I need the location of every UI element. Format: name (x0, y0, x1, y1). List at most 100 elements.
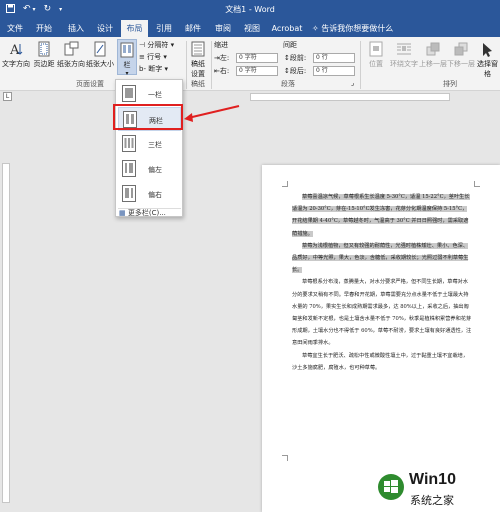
send-backward-button[interactable]: 下移一层 (447, 41, 475, 69)
paragraph-1[interactable]: 草莓喜温凉气候，草莓根系生长温度 5-30°C，适温 15-22°C，茎叶生长适… (292, 191, 472, 240)
space-before-label: ↕段前: (284, 53, 314, 63)
separator (360, 41, 361, 89)
tab-references[interactable]: 引用 (152, 20, 176, 37)
space-after-text: 段后: (289, 67, 307, 75)
draft-label-2: 设置 (191, 70, 205, 78)
hyphenation-icon: b- (139, 65, 146, 73)
document-body[interactable]: 草莓喜温凉气候，草莓根系生长温度 5-30°C，适温 15-22°C，茎叶生长适… (292, 191, 472, 374)
wrap-text-button[interactable]: 环绕文字 (389, 41, 419, 69)
bring-forward-label: 上移一层 (419, 60, 447, 68)
selection-pane-icon (482, 43, 492, 57)
paragraph-3[interactable]: 草莓根系分布浅，蒸腾量大，对水分要求严格，但不同生长期，草莓对水分的要求又稍有不… (292, 276, 472, 349)
orientation-button[interactable]: 纸张方向 (57, 41, 85, 69)
corner-mark (282, 455, 288, 461)
position-icon (369, 41, 383, 57)
orientation-icon (64, 41, 79, 56)
vertical-ruler-strip[interactable] (2, 163, 10, 503)
tab-acrobat[interactable]: Acrobat (270, 20, 304, 37)
tab-selector-icon[interactable]: L (3, 92, 12, 101)
selection-pane-button[interactable]: 选择窗格 (475, 41, 500, 79)
arrange-group-label: 排列 (443, 80, 457, 88)
space-after-field[interactable]: 0 行 (313, 66, 355, 76)
paragraph-2[interactable]: 草莓为浅根植物，但又有较强的耐荫性，光强时植株矮壮、果小、色深、品质好，中等光照… (292, 240, 472, 277)
breaks-button[interactable]: ⊣ 分隔符 ▾ (139, 40, 185, 50)
watermark-logo: Win10 系统之家 (375, 462, 500, 512)
bring-forward-button[interactable]: 上移一层 (419, 41, 447, 69)
wrap-text-label: 环绕文字 (390, 60, 418, 68)
draft-label-1: 稿纸 (191, 60, 205, 68)
tab-file[interactable]: 文件 (4, 20, 26, 37)
columns-label: 栏 (123, 61, 131, 69)
columns-dropdown-icon: ▾ (125, 70, 129, 77)
more-columns-icon: ▦ (119, 209, 126, 217)
paragraph-4[interactable]: 草莓宜生长于肥沃、疏松中性或微酸性壤土中，过于黏重土壤不宜栽培，沙土多施腐肥，腐… (292, 350, 472, 374)
window-title: 文档1 - Word (225, 5, 275, 14)
highlight-box (113, 104, 183, 130)
orientation-label: 纸张方向 (57, 60, 85, 68)
hyphenation-button[interactable]: b- 断字 ▾ (139, 64, 185, 74)
breaks-icon: ⊣ (139, 41, 146, 49)
send-backward-label: 下移一层 (447, 60, 475, 68)
margins-icon (38, 41, 50, 57)
position-button[interactable]: 位置 (363, 41, 389, 69)
size-label: 纸张大小 (86, 60, 114, 68)
more-columns-label: 更多栏(C)... (127, 209, 166, 217)
wrap-text-icon (397, 43, 411, 55)
send-backward-icon (454, 42, 468, 56)
space-before-field[interactable]: 0 行 (313, 53, 355, 63)
indent-left-text: 左: (219, 54, 230, 62)
columns-button[interactable]: 栏 ▾ (117, 39, 137, 77)
tell-me-box[interactable]: ✧ 告诉我你想要做什么 (312, 20, 412, 37)
three-columns-icon (122, 135, 136, 152)
line-numbers-dropdown-icon: ▾ (163, 53, 167, 61)
paragraph-launcher-icon[interactable]: ⌟ (351, 79, 354, 87)
line-numbers-icon: ≡ (139, 53, 145, 61)
draft-group-label: 稿纸 (191, 80, 205, 88)
ruler-strip[interactable] (250, 93, 450, 101)
document-page[interactable]: 草莓喜温凉气候，草莓根系生长温度 5-30°C，适温 15-22°C，茎叶生长适… (262, 165, 500, 512)
menu-item-right[interactable]: 偏右 (118, 182, 181, 206)
paragraph-2-text: 草莓为浅根植物，但又有较强的耐荫性，光强时植株矮壮、果小、色深、品质好，中等光照… (292, 242, 469, 274)
indent-right-label: ⇤右: (214, 66, 234, 76)
tab-layout[interactable]: 布局 (121, 20, 148, 37)
tab-home[interactable]: 开始 (32, 20, 56, 37)
margins-label: 页边距 (33, 60, 55, 68)
watermark-subtitle: 系统之家 (410, 494, 454, 507)
columns-dropdown-menu: 一栏 两栏 三栏 偏左 偏右 ▦ 更多栏(C)... (115, 79, 183, 217)
indent-right-text: 右: (219, 67, 230, 75)
indent-left-field[interactable]: 0 字符 (236, 53, 278, 63)
vertical-ruler (0, 103, 12, 512)
right-column-icon (122, 185, 136, 202)
size-icon (94, 41, 106, 57)
text-direction-label: 文字方向 (2, 60, 30, 68)
draft-paper-icon (191, 41, 205, 57)
title-bar: ↶ ▾ ↻ ▾ 文档1 - Word (0, 0, 500, 20)
indent-left-label: ⇥左: (214, 53, 234, 63)
menu-item-more-columns[interactable]: ▦ 更多栏(C)... (119, 209, 182, 217)
tab-view[interactable]: 视图 (240, 20, 264, 37)
margins-button[interactable]: 页边距 (31, 41, 57, 69)
corner-mark (474, 181, 480, 187)
annotation-arrow-icon (184, 105, 240, 122)
left-column-label: 偏左 (148, 166, 162, 174)
breaks-dropdown-icon: ▾ (170, 41, 175, 49)
bring-forward-icon (426, 42, 440, 56)
tab-review[interactable]: 审阅 (211, 20, 235, 37)
text-direction-icon: A (9, 43, 23, 57)
menu-item-left[interactable]: 偏左 (118, 157, 181, 181)
menu-item-one-column[interactable]: 一栏 (118, 82, 181, 106)
ribbon: A 文字方向 页边距 纸张方向 纸张大小 栏 ▾ ⊣ 分隔符 ▾ ≡ 行号 ▾ … (0, 37, 500, 91)
space-after-label: ↕段后: (284, 66, 314, 76)
columns-icon (120, 42, 134, 58)
tab-design[interactable]: 设计 (93, 20, 117, 37)
indent-right-field[interactable]: 0 字符 (236, 66, 278, 76)
text-direction-button[interactable]: A 文字方向 (2, 41, 30, 69)
separator (211, 41, 212, 89)
tab-mailings[interactable]: 邮件 (181, 20, 205, 37)
draft-settings-button[interactable]: 稿纸 设置 (188, 41, 208, 79)
size-button[interactable]: 纸张大小 (85, 41, 115, 69)
tab-insert[interactable]: 插入 (64, 20, 88, 37)
position-label: 位置 (369, 60, 383, 68)
line-numbers-button[interactable]: ≡ 行号 ▾ (139, 52, 185, 62)
menu-item-three-columns[interactable]: 三栏 (118, 132, 181, 156)
